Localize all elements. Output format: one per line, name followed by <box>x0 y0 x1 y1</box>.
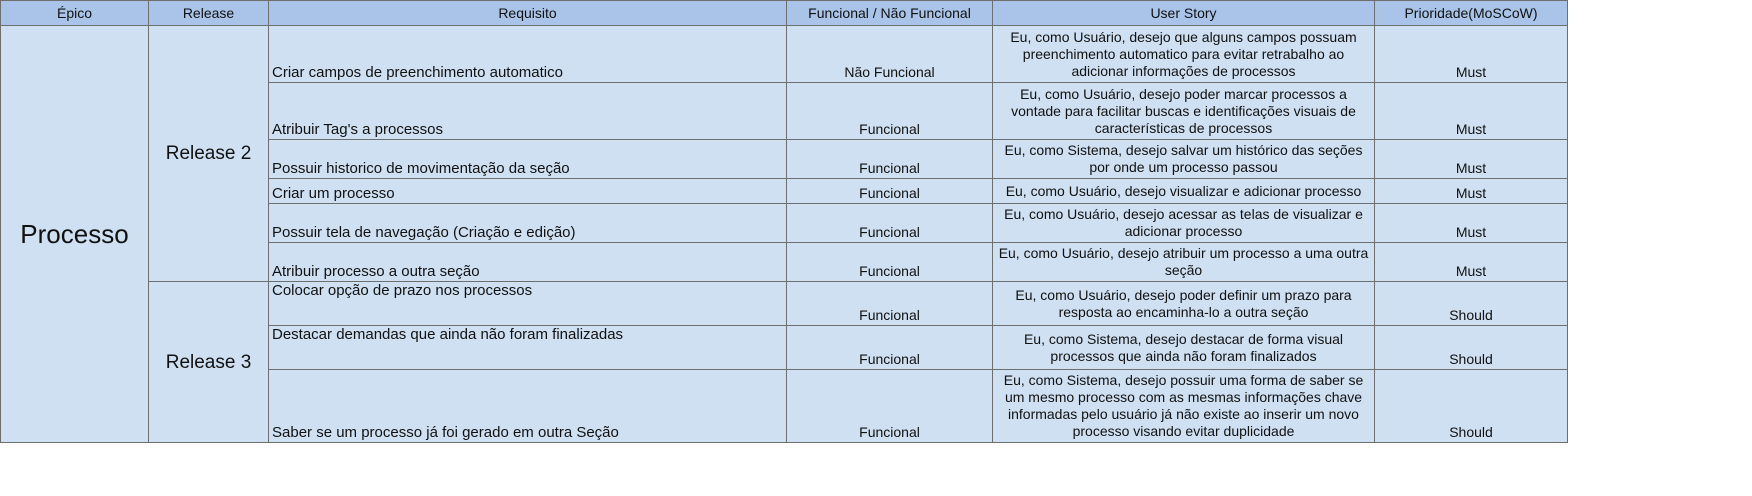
table-row: Release 3 Colocar opção de prazo nos pro… <box>1 281 1568 443</box>
requisito-cell[interactable]: Atribuir Tag's a processos <box>268 82 787 140</box>
user-story-cell[interactable]: Eu, como Sistema, desejo destacar de for… <box>992 325 1375 370</box>
tipo-cell[interactable]: Funcional <box>786 281 993 326</box>
header-release[interactable]: Release <box>148 0 269 26</box>
prioridade-cell[interactable]: Must <box>1374 203 1568 243</box>
prioridade-cell[interactable]: Must <box>1374 242 1568 282</box>
user-story-cell[interactable]: Eu, como Usuário, desejo poder marcar pr… <box>992 82 1375 140</box>
user-story-cell[interactable]: Eu, como Usuário, desejo atribuir um pro… <box>992 242 1375 282</box>
requirements-table: Épico Release Requisito Funcional / Não … <box>0 0 1568 443</box>
tipo-cell[interactable]: Funcional <box>786 203 993 243</box>
header-row: Épico Release Requisito Funcional / Não … <box>0 0 1568 26</box>
requisito-cell[interactable]: Criar campos de preenchimento automatico <box>268 25 787 83</box>
requisito-cell[interactable]: Possuir historico de movimentação da seç… <box>268 139 787 179</box>
user-story-cell[interactable]: Eu, como Sistema, desejo salvar um histó… <box>992 139 1375 179</box>
user-story-cell[interactable]: Eu, como Sistema, desejo possuir uma for… <box>992 369 1375 443</box>
release-3-cell[interactable]: Release 3 <box>148 281 269 443</box>
table-row: Processo Release 2 Criar campos de preen… <box>0 25 1568 443</box>
requisito-cell[interactable]: Criar um processo <box>268 178 787 204</box>
prioridade-cell[interactable]: Should <box>1374 281 1568 326</box>
header-requisito[interactable]: Requisito <box>268 0 787 26</box>
tipo-cell[interactable]: Funcional <box>786 325 993 370</box>
tipo-cell[interactable]: Funcional <box>786 242 993 282</box>
release-2-cell[interactable]: Release 2 <box>148 25 269 282</box>
header-tipo[interactable]: Funcional / Não Funcional <box>786 0 993 26</box>
epic-cell[interactable]: Processo <box>0 25 149 443</box>
header-user-story[interactable]: User Story <box>992 0 1375 26</box>
tipo-cell[interactable]: Funcional <box>786 139 993 179</box>
prioridade-cell[interactable]: Must <box>1374 82 1568 140</box>
user-story-cell[interactable]: Eu, como Usuário, desejo acessar as tela… <box>992 203 1375 243</box>
prioridade-cell[interactable]: Must <box>1374 178 1568 204</box>
requisito-cell[interactable]: Saber se um processo já foi gerado em ou… <box>268 369 787 443</box>
requisito-cell[interactable]: Colocar opção de prazo nos processos <box>268 281 787 326</box>
tipo-cell[interactable]: Não Funcional <box>786 25 993 83</box>
user-story-cell[interactable]: Eu, como Usuário, desejo poder definir u… <box>992 281 1375 326</box>
header-epico[interactable]: Épico <box>0 0 149 26</box>
user-story-cell[interactable]: Eu, como Usuário, desejo que alguns camp… <box>992 25 1375 83</box>
requisito-cell[interactable]: Atribuir processo a outra seção <box>268 242 787 282</box>
prioridade-cell[interactable]: Must <box>1374 25 1568 83</box>
prioridade-cell[interactable]: Should <box>1374 369 1568 443</box>
prioridade-cell[interactable]: Should <box>1374 325 1568 370</box>
requisito-cell[interactable]: Possuir tela de navegação (Criação e edi… <box>268 203 787 243</box>
tipo-cell[interactable]: Funcional <box>786 82 993 140</box>
prioridade-cell[interactable]: Must <box>1374 139 1568 179</box>
user-story-cell[interactable]: Eu, como Usuário, desejo visualizar e ad… <box>992 178 1375 204</box>
requisito-cell[interactable]: Destacar demandas que ainda não foram fi… <box>268 325 787 370</box>
header-prioridade[interactable]: Prioridade(MoSCoW) <box>1374 0 1568 26</box>
tipo-cell[interactable]: Funcional <box>786 178 993 204</box>
tipo-cell[interactable]: Funcional <box>786 369 993 443</box>
